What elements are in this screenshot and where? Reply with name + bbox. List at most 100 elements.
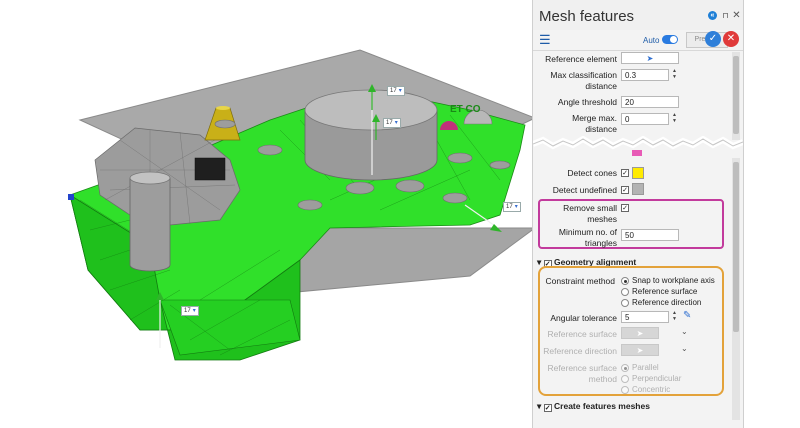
- small-cylinder: [129, 177, 171, 272]
- detect-undefined-label: Detect undefined: [552, 185, 617, 195]
- reference-surface-radio[interactable]: [621, 288, 629, 296]
- scrollbar[interactable]: [732, 52, 740, 140]
- parallel-label: Parallel: [632, 363, 659, 372]
- angular-tolerance-input[interactable]: 5: [621, 311, 669, 323]
- edit-pencil-icon[interactable]: ✎: [683, 310, 691, 321]
- auto-label: Auto: [643, 36, 660, 45]
- edge-marker: [68, 194, 74, 200]
- dimension-tag[interactable]: 17 ▾: [181, 306, 199, 316]
- dimension-tag[interactable]: 17 ▾: [503, 202, 521, 212]
- chevron-down-icon[interactable]: ⌄: [681, 327, 688, 336]
- label-line: method: [588, 374, 617, 384]
- label-line: Remove small: [563, 203, 617, 213]
- menu-icon[interactable]: ☰: [539, 33, 551, 46]
- scrollbar-thumb[interactable]: [733, 56, 739, 134]
- large-cylinder-top: [304, 89, 438, 131]
- detect-undefined-checkbox[interactable]: ✓: [621, 186, 629, 194]
- collapse-icon: ▾: [537, 257, 542, 267]
- reference-element-picker[interactable]: ➤: [621, 52, 679, 64]
- label-line: Merge max.: [572, 113, 617, 123]
- remove-small-checkbox[interactable]: ✓: [621, 204, 629, 212]
- cursor-icon: ➤: [636, 346, 644, 355]
- label-line: meshes: [587, 214, 617, 224]
- spin-icon[interactable]: ▲ ▼: [671, 68, 678, 80]
- scrollbar[interactable]: [732, 158, 740, 420]
- section-label: Create features meshes: [554, 401, 650, 411]
- concentric-label: Concentric: [632, 385, 671, 394]
- scrollbar-thumb[interactable]: [733, 162, 739, 332]
- magenta-swatch-edge: [632, 150, 642, 156]
- toggle-knob: [670, 36, 677, 43]
- create-meshes-checkbox[interactable]: ✓: [543, 404, 552, 412]
- cancel-button[interactable]: ✕: [723, 31, 739, 47]
- merge-max-label: Merge max. distance: [537, 113, 617, 135]
- dimension-value: 17: [506, 204, 513, 210]
- label-line: distance: [585, 124, 617, 134]
- snap-workplane-radio[interactable]: [621, 277, 629, 285]
- constraint-method-label: Constraint method: [545, 276, 615, 286]
- dimension-value: 17: [390, 88, 397, 94]
- dimension-value: 17: [386, 120, 393, 126]
- detect-cones-checkbox[interactable]: ✓: [621, 169, 629, 177]
- dropdown-icon: ▾: [514, 204, 518, 210]
- reference-direction-radio[interactable]: [621, 299, 629, 307]
- spin-icon[interactable]: ▲ ▼: [671, 310, 678, 322]
- parallel-radio[interactable]: [621, 364, 629, 372]
- label-line: distance: [585, 81, 617, 91]
- angular-tolerance-label: Angular tolerance: [550, 313, 617, 323]
- min-triangles-label: Minimum no. of triangles: [537, 227, 617, 249]
- embossed-text: ET CO: [450, 104, 481, 115]
- concentric-radio[interactable]: [621, 386, 629, 394]
- reference-element-label: Reference element: [545, 54, 617, 64]
- dimension-tag[interactable]: 17 ▾: [383, 118, 401, 128]
- label-line: Max classification: [550, 70, 617, 80]
- reference-direction-label: Reference direction: [632, 298, 702, 307]
- perpendicular-label: Perpendicular: [632, 374, 682, 383]
- auto-toggle[interactable]: [662, 35, 678, 44]
- mesh-scene: ET CO: [68, 49, 537, 361]
- spin-icon[interactable]: ▲ ▼: [671, 112, 678, 124]
- label-line: Minimum no. of: [558, 227, 617, 237]
- panel-title: Mesh features: [539, 8, 635, 25]
- max-classification-input[interactable]: 0.3: [621, 69, 669, 81]
- perpendicular-radio[interactable]: [621, 375, 629, 383]
- ok-button[interactable]: ✓: [705, 31, 721, 47]
- dropdown-icon: ▾: [398, 88, 402, 94]
- undefined-color-swatch[interactable]: [632, 183, 644, 195]
- pin-icon[interactable]: ⊓: [721, 11, 730, 20]
- reference-direction-field-label: Reference direction: [543, 346, 617, 356]
- dimension-tag[interactable]: 17 ▾: [387, 86, 405, 96]
- snap-workplane-label: Snap to workplane axis: [632, 276, 715, 285]
- small-cylinder-top: [129, 171, 171, 185]
- reference-direction-picker[interactable]: ➤: [621, 344, 659, 356]
- 3d-viewport[interactable]: ET CO 17 ▾ 17 ▾ 17 ▾ 17 ▾: [0, 0, 540, 428]
- collapse-icon: ▾: [537, 401, 542, 411]
- small-features: [194, 157, 226, 181]
- chevron-down-icon[interactable]: ⌄: [681, 344, 688, 353]
- dimension-value: 17: [184, 308, 191, 314]
- cone-top: [216, 106, 230, 110]
- remove-small-label: Remove small meshes: [537, 203, 617, 225]
- dropdown-icon: ▾: [394, 120, 398, 126]
- help-icon[interactable]: «: [708, 11, 717, 20]
- max-classification-label: Max classification distance: [537, 70, 617, 92]
- mesh-features-panel: Mesh features « ⊓ ✕ ☰ Auto Preview ✓ ✕ R…: [532, 0, 744, 428]
- dropdown-icon: ▾: [192, 308, 196, 314]
- close-icon[interactable]: ✕: [732, 11, 741, 21]
- label-line: triangles: [584, 238, 617, 248]
- detect-cones-label: Detect cones: [567, 168, 617, 178]
- cursor-icon: ➤: [646, 54, 654, 63]
- panel-titlebar: Mesh features « ⊓ ✕: [533, 0, 743, 30]
- reference-surface-label: Reference surface: [632, 287, 698, 296]
- angle-threshold-input[interactable]: 20: [621, 96, 679, 108]
- create-meshes-header[interactable]: ▾ ✓ Create features meshes: [537, 401, 650, 412]
- min-triangles-input[interactable]: 50: [621, 229, 679, 241]
- reference-surface-field-label: Reference surface: [547, 329, 617, 339]
- reference-surface-method-label: Reference surface method: [537, 363, 617, 385]
- angle-threshold-label: Angle threshold: [557, 97, 617, 107]
- cone-color-swatch[interactable]: [632, 167, 644, 179]
- reference-surface-picker[interactable]: ➤: [621, 327, 659, 339]
- cursor-icon: ➤: [636, 329, 644, 338]
- merge-max-input[interactable]: 0: [621, 113, 669, 125]
- label-line: Reference surface: [547, 363, 617, 373]
